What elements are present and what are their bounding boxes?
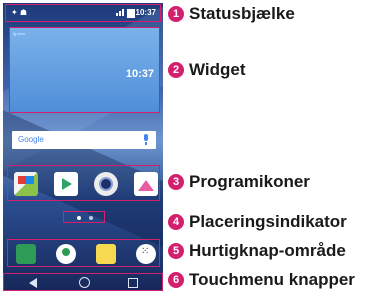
app-icons-area	[7, 165, 160, 201]
callout-badge: 1	[168, 6, 184, 22]
callout-label: Touchmenu knapper	[189, 270, 355, 289]
google-logo: Google	[18, 135, 44, 144]
callout-6: 6 Touchmenu knapper	[168, 270, 355, 290]
callout-badge: 6	[168, 272, 184, 288]
apps-icon[interactable]	[136, 244, 156, 264]
gallery-icon[interactable]	[134, 172, 158, 196]
page-indicator	[63, 211, 105, 223]
phone-icon[interactable]	[16, 244, 36, 264]
camera-icon[interactable]	[94, 172, 118, 196]
callout-badge: 2	[168, 62, 184, 78]
back-icon[interactable]	[29, 278, 37, 288]
widget-source-label: lg.com	[13, 31, 25, 36]
contacts-icon[interactable]	[56, 244, 76, 264]
page-dot-active	[77, 216, 81, 220]
page-dot	[89, 216, 93, 220]
status-time: 10:37	[135, 8, 156, 17]
status-bar: ✦ ☗ 10:37	[5, 4, 161, 22]
callout-4: 4 Placeringsindikator	[168, 212, 347, 232]
callout-5: 5 Hurtigknap-område	[168, 241, 346, 261]
callout-label: Statusbjælke	[189, 4, 295, 23]
play-icon[interactable]	[54, 172, 78, 196]
mic-icon-stem	[145, 142, 147, 145]
callout-label: Widget	[189, 60, 246, 79]
callout-badge: 3	[168, 174, 184, 190]
callout-badge: 4	[168, 214, 184, 230]
clock-widget[interactable]: lg.com 10:37	[9, 27, 160, 113]
callout-label: Programikoner	[189, 172, 310, 191]
callout-label: Placeringsindikator	[189, 212, 347, 231]
quick-button-area	[7, 239, 160, 267]
callout-label: Hurtigknap-område	[189, 241, 346, 260]
home-icon[interactable]	[79, 277, 90, 288]
status-notification-icons: ✦ ☗	[11, 8, 28, 17]
messages-icon[interactable]	[96, 244, 116, 264]
google-search-bar[interactable]: Google	[12, 131, 156, 149]
mic-icon[interactable]	[144, 134, 148, 141]
signal-icon	[116, 9, 124, 16]
callout-1: 1 Statusbjælke	[168, 4, 295, 24]
callout-3: 3 Programikoner	[168, 172, 310, 192]
recent-apps-icon[interactable]	[128, 278, 138, 288]
phone-screen: ✦ ☗ 10:37 lg.com 10:37 Google	[3, 3, 163, 291]
battery-icon	[127, 9, 135, 18]
callout-badge: 5	[168, 243, 184, 259]
play-store-icon[interactable]	[14, 172, 38, 196]
widget-time: 10:37	[125, 68, 154, 80]
touch-buttons-bar	[3, 273, 163, 291]
callout-2: 2 Widget	[168, 60, 246, 80]
